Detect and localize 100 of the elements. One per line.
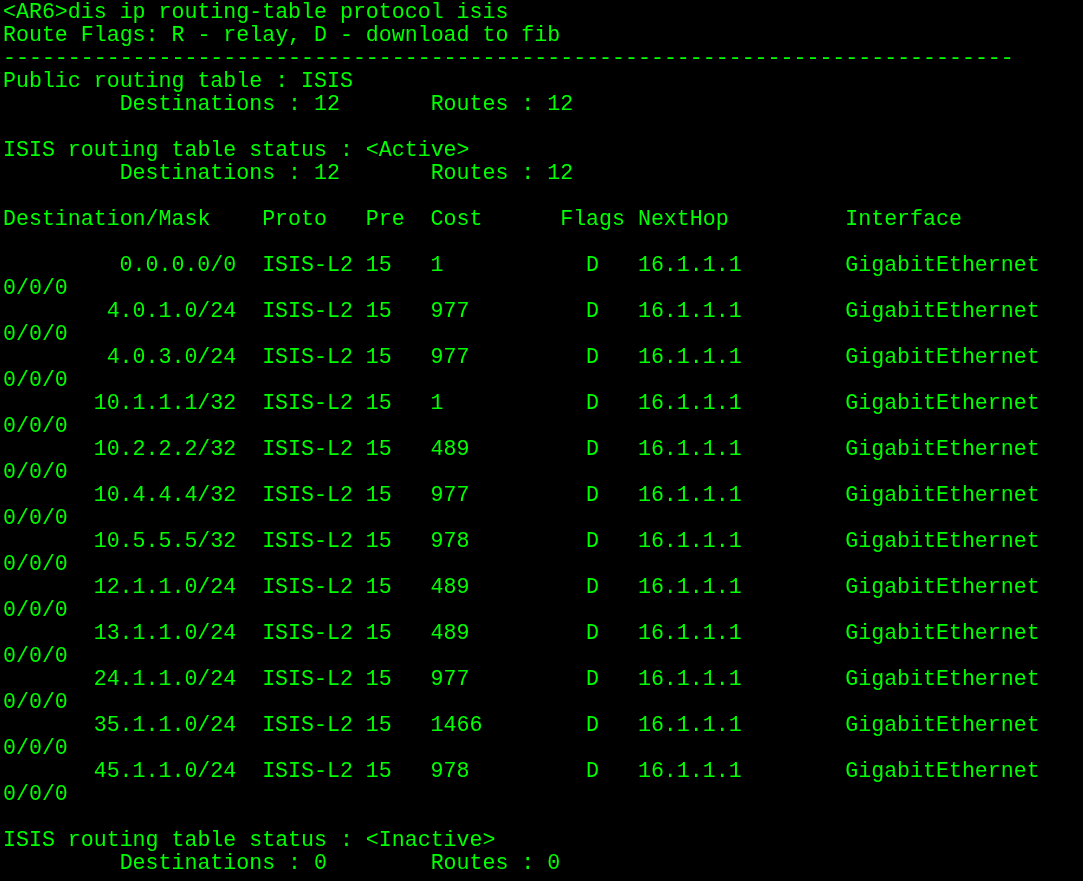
- next-hop-cell: 16.1.1.1: [637, 530, 742, 553]
- section-title: ISIS routing table status : <Active>: [3, 138, 470, 162]
- cost-cell: 1: [430, 392, 444, 415]
- cost-cell: 1: [430, 254, 444, 277]
- next-hop-cell: 16.1.1.1: [637, 484, 742, 507]
- flags-cell-text: D: [585, 392, 600, 415]
- interface-cell-wrapped: 0/0/0: [3, 737, 68, 760]
- interface-cell: GigabitEthernet: [845, 668, 1040, 691]
- column-header: Cost: [430, 208, 483, 231]
- interface-cell-wrapped: 0/0/0: [3, 599, 68, 622]
- destination-cell-text: 10.1.1.1/32: [93, 392, 238, 415]
- flags-cell-text: D: [585, 760, 600, 783]
- cost-cell: 1466: [430, 714, 483, 737]
- interface-cell: GigabitEthernet: [845, 438, 1040, 461]
- cost-cell: 977: [430, 346, 470, 369]
- next-hop-cell: 16.1.1.1: [637, 300, 742, 323]
- proto-cell: ISIS-L2: [262, 530, 353, 553]
- routes-count: Routes : 12: [430, 162, 574, 185]
- proto-cell: ISIS-L2: [262, 484, 353, 507]
- column-header: Destination/Mask: [3, 208, 211, 231]
- interface-cell-wrapped: 0/0/0: [3, 369, 68, 392]
- column-header: NextHop: [637, 208, 729, 231]
- destination-cell-text: 24.1.1.0/24: [93, 668, 238, 691]
- proto-cell: ISIS-L2: [262, 760, 353, 783]
- pre-cell: 15: [365, 438, 392, 461]
- next-hop-cell: 16.1.1.1: [637, 254, 742, 277]
- interface-cell-wrapped: 0/0/0: [3, 645, 68, 668]
- section-title: Public routing table : ISIS: [3, 69, 353, 93]
- cost-cell: 978: [430, 760, 470, 783]
- interface-cell-wrapped: 0/0/0: [3, 323, 68, 346]
- interface-cell: GigabitEthernet: [845, 576, 1040, 599]
- separator-line: ------------------------------------------------------------------------------: [3, 46, 1014, 70]
- interface-cell-wrapped: 0/0/0: [3, 691, 68, 714]
- proto-cell: ISIS-L2: [262, 254, 353, 277]
- column-header: Proto: [262, 208, 327, 231]
- destinations-count: Destinations : 12: [119, 162, 341, 185]
- proto-cell: ISIS-L2: [262, 714, 353, 737]
- interface-cell: GigabitEthernet: [845, 760, 1040, 783]
- flags-cell-text: D: [585, 530, 600, 553]
- interface-cell-wrapped: 0/0/0: [3, 553, 68, 576]
- next-hop-cell: 16.1.1.1: [637, 438, 742, 461]
- column-header: Interface: [845, 208, 962, 231]
- proto-cell: ISIS-L2: [262, 438, 353, 461]
- route-flags-legend: Route Flags: R - relay, D - download to fib: [3, 23, 561, 47]
- proto-cell: ISIS-L2: [262, 392, 353, 415]
- next-hop-cell: 16.1.1.1: [637, 714, 742, 737]
- cost-cell: 977: [430, 300, 470, 323]
- interface-cell: GigabitEthernet: [845, 530, 1040, 553]
- pre-cell: 15: [365, 300, 392, 323]
- pre-cell: 15: [365, 668, 392, 691]
- pre-cell: 15: [365, 576, 392, 599]
- destination-cell-text: 0.0.0.0/0: [119, 254, 238, 277]
- next-hop-cell: 16.1.1.1: [637, 622, 742, 645]
- next-hop-cell: 16.1.1.1: [637, 576, 742, 599]
- cost-cell: 489: [430, 576, 470, 599]
- flags-cell-text: D: [585, 484, 600, 507]
- interface-cell-wrapped: 0/0/0: [3, 783, 68, 806]
- interface-cell: GigabitEthernet: [845, 346, 1040, 369]
- section-title: ISIS routing table status : <Inactive>: [3, 828, 496, 852]
- destinations-count: Destinations : 12: [119, 93, 341, 116]
- proto-cell: ISIS-L2: [262, 622, 353, 645]
- flags-cell-text: D: [585, 346, 600, 369]
- next-hop-cell: 16.1.1.1: [637, 346, 742, 369]
- interface-cell-wrapped: 0/0/0: [3, 415, 68, 438]
- next-hop-cell: 16.1.1.1: [637, 760, 742, 783]
- cost-cell: 977: [430, 668, 470, 691]
- flags-cell-text: D: [585, 576, 600, 599]
- interface-cell: GigabitEthernet: [845, 300, 1040, 323]
- pre-cell: 15: [365, 760, 392, 783]
- destination-cell-text: 10.5.5.5/32: [93, 530, 238, 553]
- destination-cell-text: 10.4.4.4/32: [93, 484, 238, 507]
- interface-cell: GigabitEthernet: [845, 254, 1040, 277]
- flags-cell-text: D: [585, 714, 600, 737]
- proto-cell: ISIS-L2: [262, 668, 353, 691]
- cost-cell: 977: [430, 484, 470, 507]
- cost-cell: 489: [430, 438, 470, 461]
- cost-cell: 978: [430, 530, 470, 553]
- interface-cell-wrapped: 0/0/0: [3, 507, 68, 530]
- interface-cell: GigabitEthernet: [845, 714, 1040, 737]
- next-hop-cell: 16.1.1.1: [637, 392, 742, 415]
- flags-cell-text: D: [585, 438, 600, 461]
- proto-cell: ISIS-L2: [262, 300, 353, 323]
- proto-cell: ISIS-L2: [262, 346, 353, 369]
- destination-cell-text: 10.2.2.2/32: [93, 438, 238, 461]
- destination-cell-text: 35.1.1.0/24: [93, 714, 238, 737]
- column-header: Pre: [365, 208, 405, 231]
- interface-cell-wrapped: 0/0/0: [3, 277, 68, 300]
- pre-cell: 15: [365, 254, 392, 277]
- interface-cell: GigabitEthernet: [845, 484, 1040, 507]
- interface-cell: GigabitEthernet: [845, 622, 1040, 645]
- destination-cell-text: 12.1.1.0/24: [93, 576, 238, 599]
- routes-count: Routes : 12: [430, 93, 574, 116]
- command-line: <AR6>dis ip routing-table protocol isis: [3, 0, 509, 24]
- routes-count: Routes : 0: [430, 852, 561, 875]
- destination-cell-text: 13.1.1.0/24: [93, 622, 238, 645]
- pre-cell: 15: [365, 484, 392, 507]
- flags-cell-text: D: [585, 668, 600, 691]
- destinations-count: Destinations : 0: [119, 852, 328, 875]
- cost-cell: 489: [430, 622, 470, 645]
- destination-cell-text: 4.0.1.0/24: [106, 300, 238, 323]
